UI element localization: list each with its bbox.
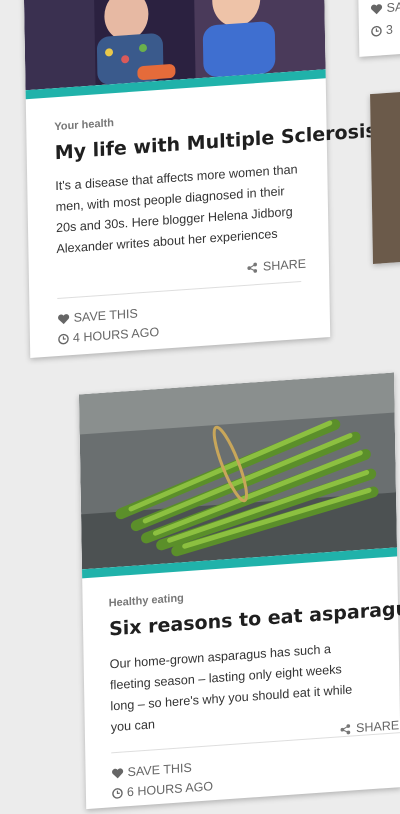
heart-icon — [112, 767, 124, 778]
save-button[interactable]: SA — [370, 0, 400, 16]
timestamp: 6 HOURS AGO — [112, 779, 213, 800]
time-label: 3 — [385, 22, 394, 38]
save-button[interactable]: SAVE THIS — [58, 306, 138, 326]
time-label: 4 HOURS AGO — [72, 324, 160, 345]
article-card-partial-top[interactable]: SA 3 — [357, 0, 400, 57]
article-card-partial-mid[interactable] — [370, 89, 400, 264]
article-category[interactable]: Your health — [54, 117, 114, 133]
save-button[interactable]: SAVE THIS — [111, 760, 192, 781]
article-photo[interactable] — [370, 89, 400, 264]
feed: Your health My life with Multiple Sclero… — [0, 0, 400, 810]
save-label: SAVE THIS — [73, 306, 138, 325]
share-icon — [340, 723, 351, 734]
heart-icon — [371, 3, 383, 14]
article-card-ms[interactable]: Your health My life with Multiple Sclero… — [23, 0, 377, 358]
card-divider — [57, 281, 302, 300]
share-label: SHARE — [262, 256, 307, 274]
share-icon — [247, 262, 258, 273]
card-divider — [111, 732, 400, 754]
article-category[interactable]: Healthy eating — [109, 592, 184, 609]
clock-icon — [112, 787, 123, 799]
share-button[interactable]: SHARE — [247, 257, 306, 275]
save-label: SAVE THIS — [127, 760, 192, 780]
asparagus-photo[interactable] — [78, 372, 397, 570]
clock-icon — [58, 333, 69, 344]
article-card-asparagus[interactable]: Healthy eating Six reasons to eat aspara… — [78, 372, 400, 810]
article-description: It's a disease that affects more women t… — [55, 157, 324, 260]
timestamp: 3 — [371, 23, 393, 39]
save-label: SA — [386, 0, 400, 15]
heart-icon — [58, 313, 70, 324]
clock-icon — [371, 25, 382, 36]
share-label: SHARE — [355, 718, 400, 736]
timestamp: 4 HOURS AGO — [58, 325, 159, 346]
time-label: 6 HOURS AGO — [126, 779, 214, 800]
